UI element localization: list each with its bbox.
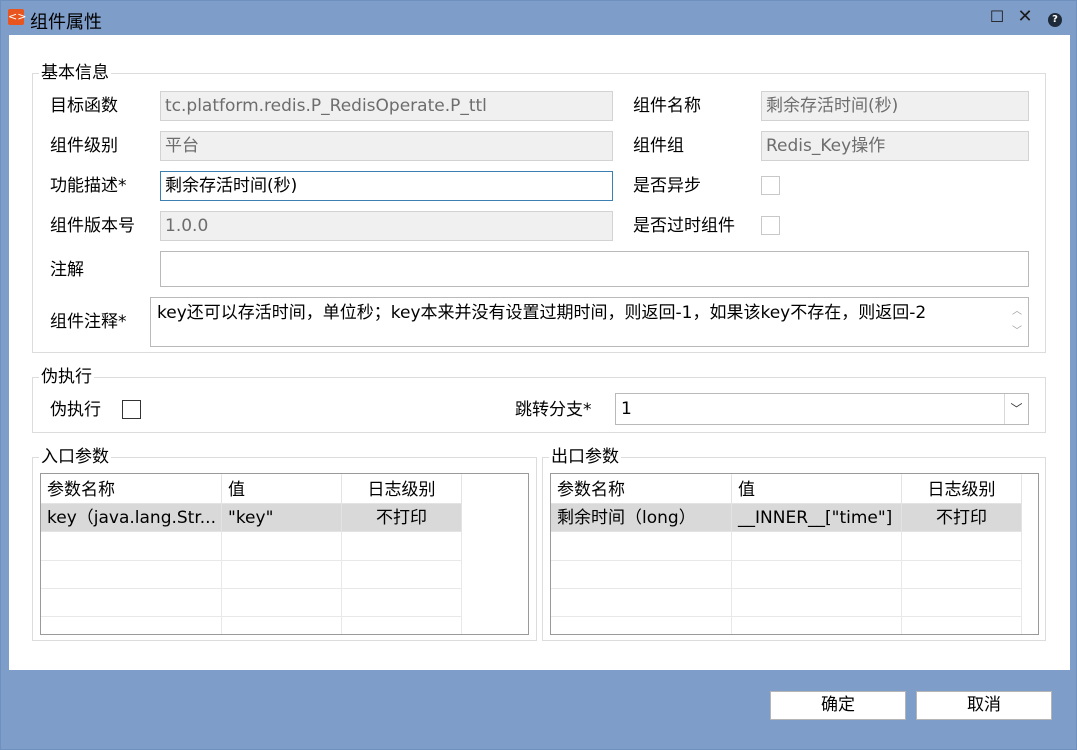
grid-line	[41, 560, 461, 561]
annotation-input[interactable]	[160, 251, 1029, 287]
app-icon: <>	[8, 9, 27, 25]
description-input[interactable]: 剩余存活时间(秒)	[160, 171, 613, 201]
annotation-label: 注解	[50, 260, 84, 280]
cancel-button[interactable]: 取消	[916, 691, 1052, 720]
deprecated-label: 是否过时组件	[633, 216, 735, 236]
grid-line	[551, 560, 1021, 561]
column-header-value[interactable]: 值	[222, 476, 342, 504]
target-function-field: tc.platform.redis.P_RedisOperate.P_ttl	[160, 91, 613, 121]
help-icon[interactable]: ?	[1045, 7, 1065, 27]
grid-line	[41, 588, 461, 589]
column-header-param-name[interactable]: 参数名称	[41, 476, 222, 504]
column-header-log-level[interactable]: 日志级别	[902, 476, 1022, 504]
deprecated-checkbox[interactable]	[761, 216, 780, 235]
help-glyph: ?	[1048, 13, 1062, 27]
output-param-value-cell[interactable]: __INNER__["time"]	[732, 504, 902, 532]
description-label: 功能描述*	[50, 176, 127, 196]
dialog-content: 基本信息 目标函数 tc.platform.redis.P_RedisOpera…	[9, 35, 1070, 670]
component-group-label: 组件组	[633, 136, 684, 156]
pseudo-exec-legend: 伪执行	[39, 366, 94, 388]
comment-text: key还可以存活时间，单位秒；key本来并没有设置过期时间，则返回-1，如果该k…	[157, 303, 927, 323]
pseudo-exec-checkbox[interactable]	[122, 400, 141, 419]
grid-line	[551, 588, 1021, 589]
grid-line	[551, 616, 1021, 617]
target-function-label: 目标函数	[50, 96, 118, 116]
component-name-label: 组件名称	[633, 96, 701, 116]
grid-line	[41, 616, 461, 617]
basic-info-legend: 基本信息	[39, 62, 111, 84]
comment-scrollbar[interactable]: ︿ ﹀	[1010, 302, 1024, 344]
output-params-legend: 出口参数	[549, 446, 621, 468]
async-checkbox[interactable]	[761, 176, 780, 195]
component-name-field: 剩余存活时间(秒)	[761, 91, 1029, 121]
chevron-down-icon[interactable]: ﹀	[1004, 394, 1028, 424]
scroll-down-icon[interactable]: ﹀	[1010, 322, 1024, 342]
input-params-table: 参数名称 值 日志级别 key（java.lang.Str... "key" 不…	[40, 473, 529, 635]
scroll-up-icon[interactable]: ︿	[1010, 302, 1024, 322]
output-params-table: 参数名称 值 日志级别 剩余时间（long） __INNER__["time"]…	[550, 473, 1039, 635]
output-param-log-cell[interactable]: 不打印	[902, 504, 1022, 532]
version-label: 组件版本号	[50, 216, 135, 236]
dialog-window: <> 组件属性 ☐ ✕ ? 基本信息 目标函数 tc.platform.redi…	[0, 0, 1077, 750]
comment-textarea[interactable]: key还可以存活时间，单位秒；key本来并没有设置过期时间，则返回-1，如果该k…	[150, 297, 1029, 347]
title-bar: <> 组件属性 ☐ ✕ ?	[1, 1, 1076, 35]
component-level-label: 组件级别	[50, 136, 118, 156]
column-header-log-level[interactable]: 日志级别	[342, 476, 462, 504]
jump-branch-value: 1	[621, 399, 632, 419]
ok-button[interactable]: 确定	[770, 691, 906, 720]
comment-label: 组件注释*	[50, 312, 127, 332]
component-level-field: 平台	[160, 131, 613, 161]
column-header-value[interactable]: 值	[732, 476, 902, 504]
jump-branch-label: 跳转分支*	[515, 400, 592, 420]
input-param-log-cell[interactable]: 不打印	[342, 504, 462, 532]
version-field: 1.0.0	[160, 211, 613, 241]
component-group-field: Redis_Key操作	[761, 131, 1029, 161]
async-label: 是否异步	[633, 176, 701, 196]
close-icon[interactable]: ✕	[1015, 7, 1035, 27]
maximize-icon[interactable]: ☐	[987, 7, 1007, 27]
input-param-value-cell[interactable]: "key"	[222, 504, 342, 532]
window-title: 组件属性	[30, 12, 102, 33]
jump-branch-select[interactable]: 1 ﹀	[615, 393, 1029, 425]
column-header-param-name[interactable]: 参数名称	[551, 476, 732, 504]
input-params-legend: 入口参数	[39, 446, 111, 468]
pseudo-exec-label: 伪执行	[50, 400, 101, 420]
output-param-name-cell[interactable]: 剩余时间（long）	[551, 504, 732, 532]
input-param-name-cell[interactable]: key（java.lang.Str...	[41, 504, 222, 532]
